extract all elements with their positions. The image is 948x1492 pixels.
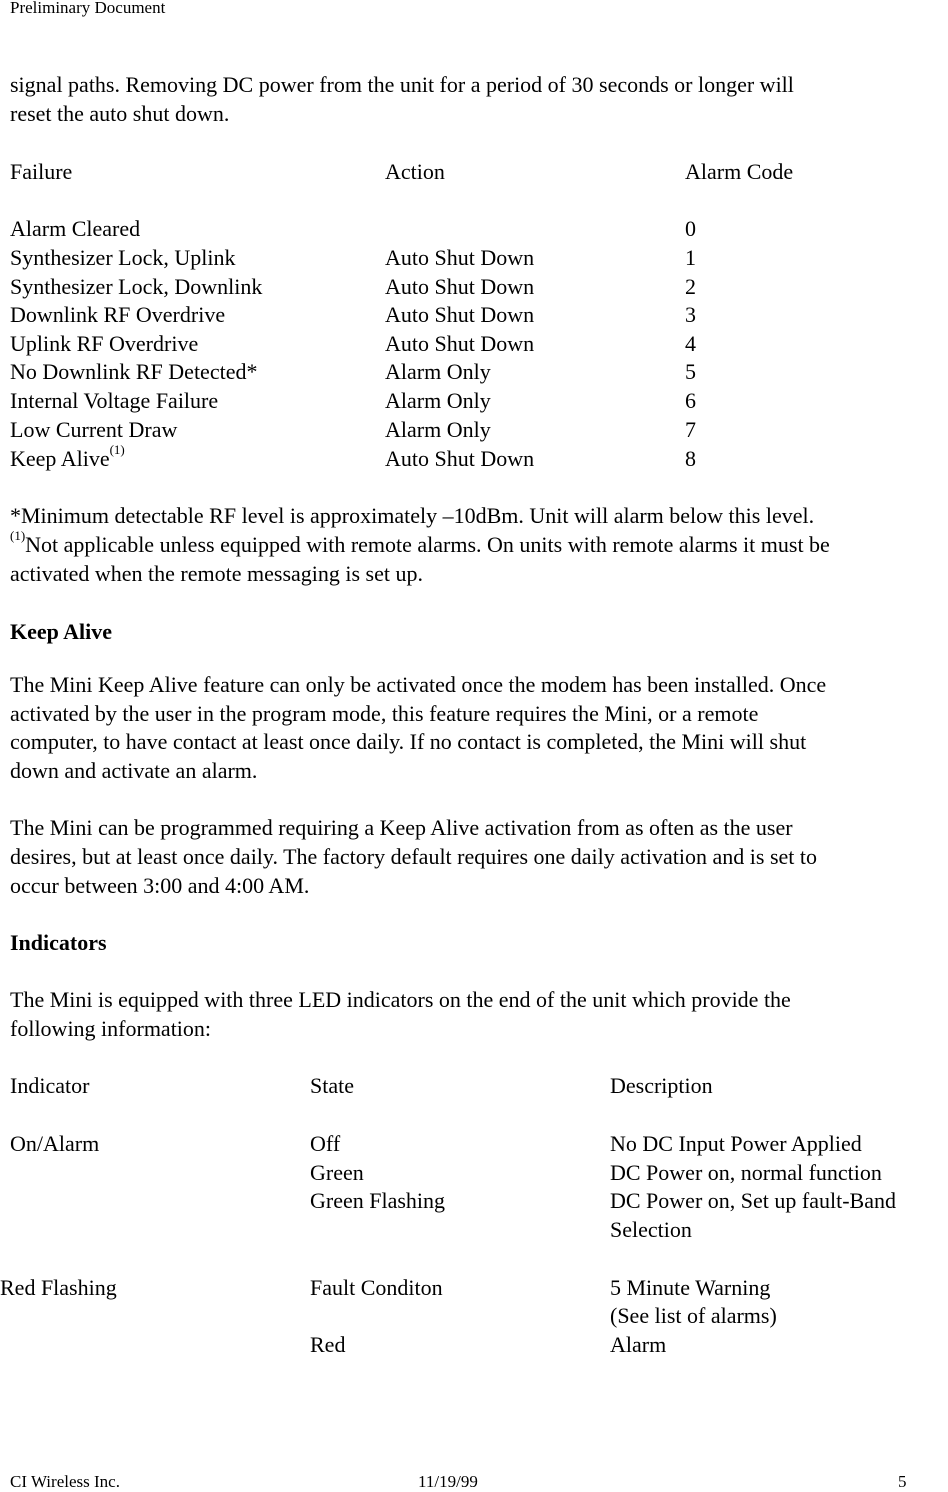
keep-alive-para2-line: The Mini can be programmed requiring a K… (10, 815, 793, 840)
cell-action: Auto Shut Down (385, 245, 535, 270)
cell-alarm-code: 0 (685, 216, 696, 241)
cell-failure: Low Current Draw (10, 417, 177, 443)
failure-text: Synthesizer Lock, Downlink (10, 274, 263, 299)
cell-description: (See list of alarms) (610, 1303, 777, 1328)
failure-text: Low Current Draw (10, 417, 178, 442)
cell-state: Red (310, 1332, 346, 1357)
cell-indicator: Red Flashing (0, 1275, 117, 1300)
cell-description: DC Power on, Set up fault-Band (610, 1188, 896, 1213)
cell-alarm-code: 8 (685, 446, 696, 471)
cell-failure: Uplink RF Overdrive (10, 331, 198, 357)
indicators-heading: Indicators (10, 930, 107, 955)
failure-text: Synthesizer Lock, Uplink (10, 245, 236, 270)
cell-state: Green (310, 1160, 364, 1185)
cell-alarm-code: 3 (685, 302, 696, 327)
footer-page-number: 5 (898, 1472, 907, 1491)
cell-failure: Downlink RF Overdrive (10, 302, 225, 328)
cell-failure: Alarm Cleared (10, 216, 140, 242)
keep-alive-para1-line: down and activate an alarm. (10, 758, 258, 783)
footnote-marker: (1) (10, 528, 26, 543)
intro-line: signal paths. Removing DC power from the… (10, 72, 794, 97)
footer-company: CI Wireless Inc. (10, 1472, 120, 1491)
footnote-rf-level: *Minimum detectable RF level is approxim… (10, 503, 815, 528)
footnote-marker: (1) (109, 442, 125, 457)
failure-text: No Downlink RF Detected* (10, 359, 258, 384)
cell-failure: Synthesizer Lock, Downlink (10, 274, 262, 300)
cell-action: Auto Shut Down (385, 331, 535, 356)
keep-alive-heading: Keep Alive (10, 619, 113, 644)
header-indicator: Indicator (10, 1073, 90, 1098)
cell-alarm-code: 1 (685, 245, 696, 270)
cell-description: 5 Minute Warning (610, 1275, 771, 1300)
cell-alarm-code: 5 (685, 359, 696, 384)
failure-text: Keep Alive (10, 446, 110, 471)
cell-description: DC Power on, normal function (610, 1160, 882, 1185)
cell-alarm-code: 6 (685, 388, 696, 413)
cell-description: Selection (610, 1217, 692, 1242)
cell-action: Alarm Only (385, 388, 491, 413)
header-description: Description (610, 1073, 713, 1098)
cell-alarm-code: 2 (685, 274, 696, 299)
footnote-text: Not applicable unless equipped with remo… (25, 532, 830, 557)
failure-text: Alarm Cleared (10, 216, 141, 241)
cell-failure: No Downlink RF Detected* (10, 359, 257, 385)
cell-alarm-code: 4 (685, 331, 696, 356)
cell-action: Alarm Only (385, 417, 491, 442)
intro-line: reset the auto shut down. (10, 101, 230, 126)
indicators-intro-line: following information: (10, 1016, 212, 1041)
header-alarm-code: Alarm Code (685, 159, 794, 184)
cell-failure: Internal Voltage Failure (10, 388, 218, 414)
cell-alarm-code: 7 (685, 417, 696, 442)
cell-action: Auto Shut Down (385, 274, 535, 299)
footnote-remote-alarms-cont: activated when the remote messaging is s… (10, 561, 423, 586)
cell-failure: Keep Alive(1) (10, 442, 125, 472)
footnote-remote-alarms: (1)Not applicable unless equipped with r… (10, 528, 830, 558)
keep-alive-para2-line: desires, but at least once daily. The fa… (10, 844, 818, 869)
header-action: Action (385, 159, 445, 184)
cell-description: No DC Input Power Applied (610, 1131, 862, 1156)
indicators-intro-line: The Mini is equipped with three LED indi… (10, 987, 791, 1012)
failure-text: Uplink RF Overdrive (10, 331, 199, 356)
failure-text: Downlink RF Overdrive (10, 302, 226, 327)
cell-state: Green Flashing (310, 1188, 446, 1213)
cell-indicator: On/Alarm (10, 1131, 100, 1156)
cell-description: Alarm (610, 1332, 667, 1357)
header-failure: Failure (10, 159, 73, 184)
cell-action: Auto Shut Down (385, 302, 535, 327)
cell-action: Auto Shut Down (385, 446, 535, 471)
keep-alive-para1-line: computer, to have contact at least once … (10, 729, 807, 754)
cell-state: Off (310, 1131, 341, 1156)
keep-alive-para2-line: occur between 3:00 and 4:00 AM. (10, 873, 310, 898)
footer-date: 11/19/99 (418, 1472, 478, 1491)
cell-failure: Synthesizer Lock, Uplink (10, 245, 235, 271)
cell-state: Fault Conditon (310, 1275, 443, 1300)
header-state: State (310, 1073, 354, 1098)
cell-action: Alarm Only (385, 359, 491, 384)
keep-alive-para1-line: activated by the user in the program mod… (10, 701, 759, 726)
header-title: Preliminary Document (10, 0, 166, 17)
keep-alive-para1-line: The Mini Keep Alive feature can only be … (10, 672, 827, 697)
failure-text: Internal Voltage Failure (10, 388, 219, 413)
